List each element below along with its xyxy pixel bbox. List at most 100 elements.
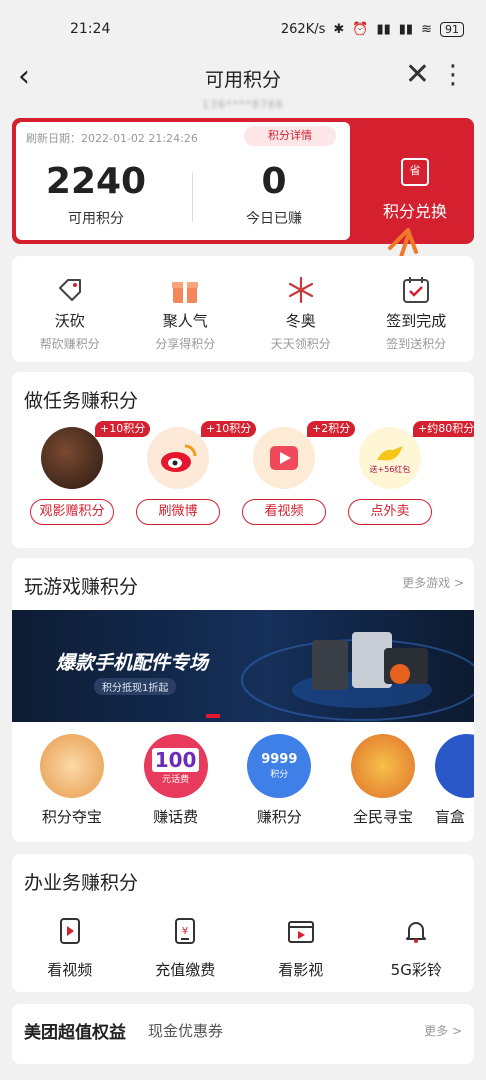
points-exchange-button[interactable]: 省 积分兑换 xyxy=(356,118,474,244)
game-item[interactable]: 9999 积分 赚积分 xyxy=(227,734,331,827)
meituan-title: 美团超值权益 xyxy=(24,1023,126,1043)
page-title: 可用积分 xyxy=(204,68,281,91)
quick-item-sub: 分享得积分 xyxy=(155,337,216,351)
quick-item-checkin[interactable]: 签到完成 签到送积分 xyxy=(359,256,475,362)
game-label: 积分夺宝 xyxy=(41,808,102,826)
status-bar: 21:24 262K/s ✱ ⏰ ▮▮ ▮▮ ≋ 91 xyxy=(0,0,486,58)
quick-item-title: 沃砍 xyxy=(54,312,85,330)
account-number: 136****8766 xyxy=(202,98,284,111)
quick-item-olympics[interactable]: 冬奥 天天领积分 xyxy=(243,256,359,362)
biz-label: 看影视 xyxy=(278,961,324,979)
today-earned[interactable]: 0 今日已赚 xyxy=(194,162,354,228)
task-button[interactable]: 点外卖 xyxy=(348,499,432,525)
banner-title: 爆款手机配件专场 xyxy=(56,652,209,674)
available-points[interactable]: 2240 可用积分 xyxy=(16,162,176,228)
delivery-kangaroo-icon: 送+56红包 +约80积分 xyxy=(359,421,474,489)
divider xyxy=(192,172,193,222)
task-item[interactable]: +10积分 刷微博 xyxy=(128,421,257,525)
section-title: 办业务赚积分 xyxy=(24,872,139,894)
quick-item-wokan[interactable]: 沃砍 帮砍赚积分 xyxy=(12,256,128,362)
signal-icon-2: ▮▮ xyxy=(398,21,414,37)
task-button[interactable]: 观影赠积分 xyxy=(30,499,114,525)
snowflake-icon xyxy=(243,274,359,306)
more-icon[interactable]: ⋮ xyxy=(440,60,466,90)
points-summary: 刷新日期：2022-01-02 21:24:26 积分详情 2240 可用积分 … xyxy=(16,122,350,240)
task-button[interactable]: 看视频 xyxy=(242,499,326,525)
recharge-icon: ¥ xyxy=(175,918,196,944)
bluetooth-icon: ✱ xyxy=(333,21,345,37)
meituan-section[interactable]: 美团超值权益 现金优惠券 更多 > xyxy=(12,1004,474,1064)
video-phone-icon xyxy=(59,918,80,944)
film-icon xyxy=(287,921,314,943)
today-earned-value: 0 xyxy=(261,161,287,202)
game-item[interactable]: 全民寻宝 xyxy=(331,734,435,827)
close-icon[interactable]: ✕ xyxy=(405,60,430,90)
video-play-icon: +2积分 xyxy=(253,421,356,489)
biz-label: 充值缴费 xyxy=(155,961,216,979)
biz-item[interactable]: 5G彩铃 xyxy=(359,917,475,980)
points-amount: 9999 xyxy=(261,752,298,767)
calendar-check-icon xyxy=(359,274,475,306)
points-card-icon: 9999 积分 xyxy=(247,734,312,798)
blind-box-icon xyxy=(434,734,474,798)
status-time: 21:24 xyxy=(70,21,111,37)
points-detail-button[interactable]: 积分详情 xyxy=(244,126,336,146)
credit-unit: 元话费 xyxy=(162,774,190,785)
game-item[interactable]: 积分夺宝 xyxy=(20,734,124,827)
available-points-label: 可用积分 xyxy=(68,211,124,227)
red-packet-label: 送+56红包 xyxy=(369,464,411,474)
biz-item[interactable]: 看视频 xyxy=(12,917,128,980)
quick-item-sub: 帮砍赚积分 xyxy=(39,337,100,351)
svg-text:¥: ¥ xyxy=(182,926,188,937)
games-section: 玩游戏赚积分 更多游戏 > 爆款手机配件专场 积分抵现1折起 积分夺宝 100 … xyxy=(12,558,474,842)
game-label: 赚话费 xyxy=(153,808,199,826)
biz-label: 看视频 xyxy=(47,961,93,979)
back-icon[interactable]: ‹ xyxy=(18,62,30,92)
game-label: 全民寻宝 xyxy=(353,808,414,826)
biz-item[interactable]: ¥ 充值缴费 xyxy=(128,917,244,980)
section-title: 做任务赚积分 xyxy=(24,390,139,412)
wifi-icon: ≋ xyxy=(421,21,432,37)
points-exchange-label: 积分兑换 xyxy=(382,202,447,221)
tasks-section: 做任务赚积分 +10积分 观影赠积分 +10积分 刷微博 +2积分 看视频 送+… xyxy=(12,372,474,548)
wallet-icon: 省 xyxy=(401,158,429,186)
points-card: 刷新日期：2022-01-02 21:24:26 积分详情 2240 可用积分 … xyxy=(12,118,474,244)
quick-item-title: 冬奥 xyxy=(285,312,316,330)
meituan-more-link[interactable]: 更多 > xyxy=(424,1022,462,1039)
points-badge: +约80积分 xyxy=(413,421,474,437)
quick-item-title: 签到完成 xyxy=(386,312,447,330)
signal-icon: ▮▮ xyxy=(376,21,391,37)
quick-item-title: 聚人气 xyxy=(162,312,208,330)
business-section: 办业务赚积分 看视频 ¥ 充值缴费 看影视 5G彩铃 xyxy=(12,854,474,992)
task-item[interactable]: 送+56红包 +约80积分 点外卖 xyxy=(340,421,474,525)
battery-icon: 91 xyxy=(440,21,464,37)
quick-item-sub: 签到送积分 xyxy=(386,337,447,351)
points-unit: 积分 xyxy=(270,770,289,780)
game-label: 赚积分 xyxy=(256,808,302,826)
treasure-phone-icon xyxy=(39,734,104,798)
available-points-value: 2240 xyxy=(45,161,147,202)
promo-banner[interactable]: 爆款手机配件专场 积分抵现1折起 xyxy=(12,610,474,722)
quick-actions: 沃砍 帮砍赚积分 聚人气 分享得积分 冬奥 天天领积分 签到完成 签到送积分 xyxy=(12,256,474,362)
gift-icon xyxy=(128,274,244,306)
alarm-icon: ⏰ xyxy=(352,21,369,37)
phone-credit-icon: 100 元话费 xyxy=(143,734,208,798)
treasure-chest-icon xyxy=(351,734,416,798)
task-button[interactable]: 刷微博 xyxy=(136,499,220,525)
tag-icon xyxy=(12,274,128,306)
game-item[interactable]: 盲盒 xyxy=(434,734,474,827)
credit-amount: 100 xyxy=(151,747,200,772)
meituan-subtitle: 现金优惠券 xyxy=(148,1022,224,1040)
bell-icon xyxy=(406,922,427,943)
quick-item-popularity[interactable]: 聚人气 分享得积分 xyxy=(128,256,244,362)
game-label: 盲盒 xyxy=(434,808,465,826)
biz-item[interactable]: 看影视 xyxy=(243,917,359,980)
weibo-icon: +10积分 xyxy=(147,421,257,489)
game-item[interactable]: 100 元话费 赚话费 xyxy=(124,734,228,827)
biz-label: 5G彩铃 xyxy=(390,961,442,979)
task-item[interactable]: +10积分 观影赠积分 xyxy=(22,421,151,525)
top-bar: ‹ 可用积分 ✕ ⋮ xyxy=(0,58,486,98)
more-games-link[interactable]: 更多游戏 > xyxy=(402,574,464,591)
task-item[interactable]: +2积分 看视频 xyxy=(234,421,356,525)
network-speed: 262K/s xyxy=(280,21,326,37)
